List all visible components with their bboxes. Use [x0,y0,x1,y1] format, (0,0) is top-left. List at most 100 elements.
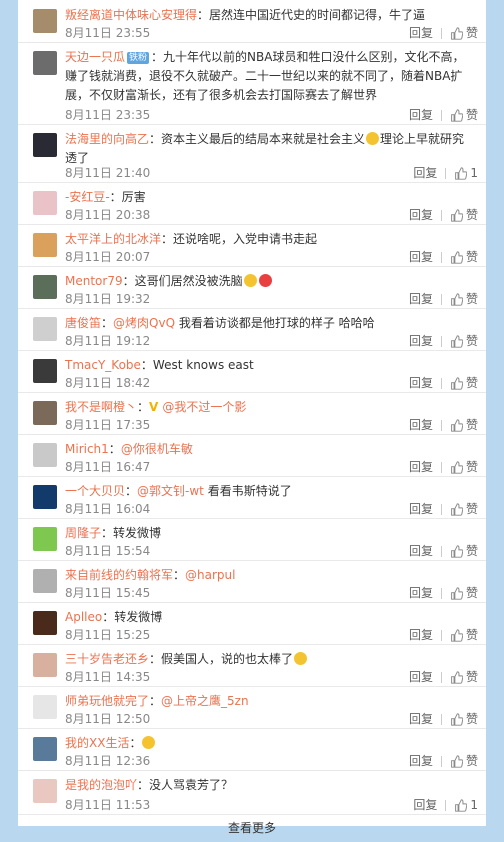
divider [440,378,442,389]
divider [440,252,442,263]
comment-username[interactable]: 太平洋上的北冰洋 [65,232,161,246]
avatar[interactable] [33,569,57,593]
comment-time: 8月11日 14:35 [65,670,151,684]
avatar[interactable] [33,191,57,215]
comment-username[interactable]: 三十岁告老还乡 [65,652,149,666]
colon-separator: ： [125,484,138,498]
comment-username[interactable]: Mentor79 [65,274,123,288]
reply-button[interactable]: 回复 [409,710,433,729]
avatar[interactable] [33,527,57,551]
comment-item: Mirich1：@你很机车敏 8月11日 16:47 回复 赞 [18,434,486,477]
thumbs-up-icon [451,209,463,222]
reply-button[interactable]: 回复 [413,164,437,183]
like-button[interactable]: 赞 [450,206,478,225]
reply-button[interactable]: 回复 [413,796,437,815]
colon-separator: ： [173,568,186,582]
comment-username[interactable]: 我的XX生活 [65,736,129,750]
like-button[interactable]: 赞 [450,416,478,435]
comment-username[interactable]: Mirich1 [65,442,109,456]
mention-link[interactable]: @郭文钊-wt [137,484,204,498]
reply-button[interactable]: 回复 [409,458,433,477]
like-button[interactable]: 赞 [450,626,478,645]
like-button[interactable]: 赞 [450,106,478,125]
like-label: 赞 [465,460,478,474]
avatar[interactable] [33,737,57,761]
reply-button[interactable]: 回复 [409,374,433,393]
comment-username[interactable]: 一个大贝贝 [65,484,125,498]
reply-button[interactable]: 回复 [409,584,433,603]
like-button[interactable]: 赞 [450,584,478,603]
avatar[interactable] [33,443,57,467]
comment-username[interactable]: 叛经离道中体味心安理得 [65,8,197,22]
like-button[interactable]: 赞 [450,710,478,729]
avatar[interactable] [33,133,57,157]
reply-button[interactable]: 回复 [409,248,433,267]
avatar[interactable] [33,485,57,509]
reply-button[interactable]: 回复 [409,290,433,309]
like-label: 赞 [465,250,478,264]
reply-button[interactable]: 回复 [409,752,433,771]
like-button[interactable]: 赞 [450,332,478,351]
mention-link[interactable]: @上帝之鹰_5zn [161,694,249,708]
reply-button[interactable]: 回复 [409,106,433,125]
comment-time: 8月11日 15:45 [65,586,151,600]
comment-username[interactable]: 师弟玩他就完了 [65,694,149,708]
divider [445,168,447,179]
comment-username[interactable]: 是我的泡泡吖 [65,778,137,792]
comment-username[interactable]: Aplleo [65,610,102,624]
like-button[interactable]: 1 [454,796,478,815]
avatar[interactable] [33,317,57,341]
avatar[interactable] [33,275,57,299]
reply-button[interactable]: 回复 [409,332,433,351]
reply-button[interactable]: 回复 [409,542,433,561]
comment-item: 周隆子：转发微博 8月11日 15:54 回复 赞 [18,518,486,561]
reply-button[interactable]: 回复 [409,500,433,519]
reply-button[interactable]: 回复 [409,24,433,43]
avatar[interactable] [33,51,57,75]
comment-username[interactable]: 来自前线的约翰将军 [65,568,173,582]
avatar[interactable] [33,9,57,33]
like-label: 赞 [465,292,478,306]
divider [440,294,442,305]
reply-button[interactable]: 回复 [409,206,433,225]
comment-text: ：厉害 [109,190,146,204]
avatar[interactable] [33,401,57,425]
like-button[interactable]: 1 [454,164,478,183]
comment-username[interactable]: -安红豆- [65,190,110,204]
comment-time: 8月11日 18:42 [65,376,151,390]
comment-text: 看看韦斯特说了 [207,484,292,498]
mention-link[interactable]: @我不过一个影 [162,400,246,414]
comment-text: ：这哥们居然没被洗脑 [122,274,243,288]
reply-button[interactable]: 回复 [409,416,433,435]
comment-time: 8月11日 20:07 [65,250,151,264]
like-button[interactable]: 赞 [450,458,478,477]
mention-link[interactable]: @烤肉QvQ [113,316,175,330]
comment-panel: 叛经离道中体味心安理得：居然连中国近代史的时间都记得，牛了逼 8月11日 23:5… [18,0,486,835]
mention-link[interactable]: @你很机车敏 [121,442,193,456]
like-button[interactable]: 赞 [450,500,478,519]
comment-username[interactable]: 唐俊笛 [65,316,101,330]
reply-button[interactable]: 回复 [409,668,433,687]
comment-username[interactable]: 我不是啊橙丶 [65,400,137,414]
like-button[interactable]: 赞 [450,752,478,771]
like-button[interactable]: 赞 [450,542,478,561]
comment-username[interactable]: 天边一只瓜 [65,50,125,64]
like-button[interactable]: 赞 [450,24,478,43]
avatar[interactable] [33,653,57,677]
comment-username[interactable]: TmacY_Kobe [65,358,141,372]
avatar[interactable] [33,779,57,803]
reply-button[interactable]: 回复 [409,626,433,645]
avatar[interactable] [33,233,57,257]
emoji-icon [366,132,380,145]
comment-username[interactable]: 周隆子 [65,526,101,540]
avatar[interactable] [33,695,57,719]
divider [440,504,442,515]
mention-link[interactable]: @harpul [185,568,235,582]
like-button[interactable]: 赞 [450,290,478,309]
comment-username[interactable]: 法海里的向高乙 [65,132,149,146]
avatar[interactable] [33,611,57,635]
avatar[interactable] [33,359,57,383]
like-button[interactable]: 赞 [450,248,478,267]
like-button[interactable]: 赞 [450,374,478,393]
like-button[interactable]: 赞 [450,668,478,687]
